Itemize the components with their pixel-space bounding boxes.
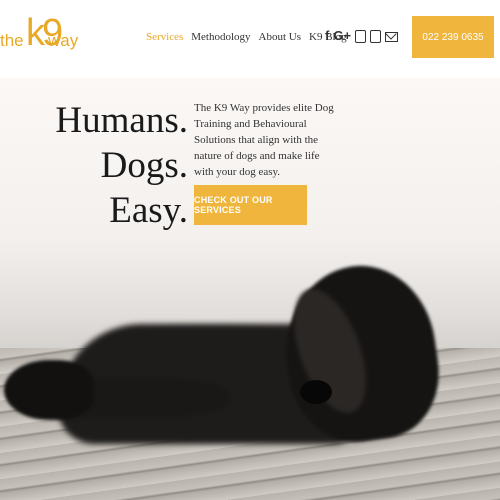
facebook-icon[interactable]: f	[325, 28, 329, 44]
nav-methodology[interactable]: Methodology	[191, 31, 250, 43]
dog-nose	[300, 380, 332, 404]
main-nav: Services Methodology About Us K9 Blog	[146, 31, 347, 43]
social-links: f G+	[325, 28, 399, 44]
phone-button[interactable]: 022 239 0635	[412, 16, 494, 58]
google-plus-icon[interactable]: G+	[333, 28, 351, 44]
nav-services[interactable]: Services	[146, 31, 183, 43]
dog-paw	[4, 360, 94, 420]
hero-headline: Humans. Dogs. Easy.	[55, 98, 188, 233]
k9-way-logo[interactable]: the k9 way	[0, 6, 80, 68]
nav-about-us[interactable]: About Us	[259, 31, 301, 43]
email-icon[interactable]	[385, 32, 399, 42]
youtube-icon[interactable]	[370, 30, 382, 43]
logo-the: the	[0, 31, 24, 50]
headline-line: Easy.	[109, 190, 188, 231]
instagram-icon[interactable]	[355, 30, 367, 43]
headline-line: Dogs.	[100, 145, 188, 186]
logo-way: way	[48, 31, 79, 50]
check-out-services-button[interactable]: CHECK OUT OUR SERVICES	[194, 185, 307, 225]
hero-description: The K9 Way provides elite Dog Training a…	[194, 102, 334, 178]
site-header: the k9 way Services Methodology About Us…	[0, 0, 500, 78]
headline-line: Humans.	[55, 100, 188, 141]
hero-section: Humans. Dogs. Easy. The K9 Way provides …	[0, 78, 500, 500]
